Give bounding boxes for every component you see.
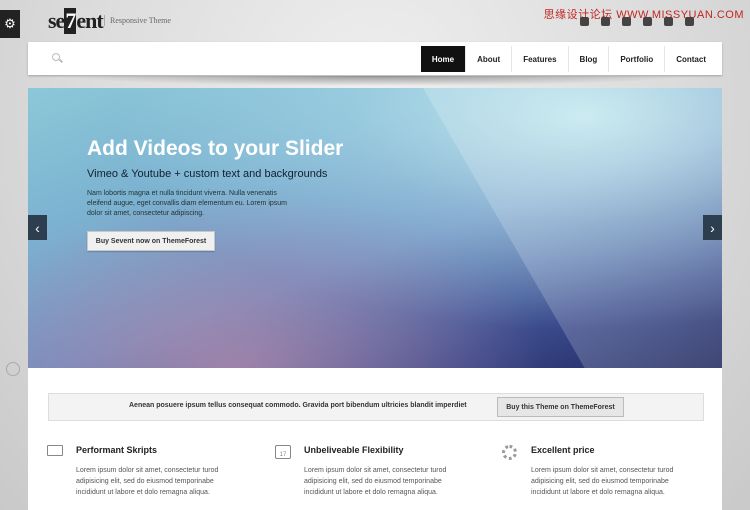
cta-bar: Aenean posuere ipsum tellus consequat co…	[48, 393, 704, 421]
site-tagline: Responsive Theme	[104, 15, 171, 26]
flickr-icon[interactable]	[664, 17, 673, 26]
logo-seven: 7	[64, 8, 77, 34]
feature-title: Unbeliveable Flexibility	[304, 445, 404, 455]
nav-item-about[interactable]: About	[465, 46, 511, 72]
calendar-icon: 17	[275, 445, 291, 459]
nav-item-portfolio[interactable]: Portfolio	[608, 46, 664, 72]
twitter-icon[interactable]	[601, 17, 610, 26]
main-content: Aenean posuere ipsum tellus consequat co…	[28, 368, 722, 510]
slider-next-button[interactable]: ›	[703, 215, 722, 240]
cta-text: Aenean posuere ipsum tellus consequat co…	[129, 402, 467, 409]
main-navbar: Home About Features Blog Portfolio Conta…	[28, 42, 722, 75]
facebook-icon[interactable]	[580, 17, 589, 26]
nav-item-home[interactable]: Home	[420, 46, 466, 72]
nav-item-features[interactable]: Features	[511, 46, 567, 72]
nav-item-contact[interactable]: Contact	[664, 46, 722, 72]
gear-icon	[502, 445, 517, 460]
dribbble-icon[interactable]	[643, 17, 652, 26]
feature-title: Performant Skripts	[76, 445, 158, 455]
slide-title: Add Videos to your Slider	[87, 137, 344, 160]
hero-slider: Add Videos to your Slider Vimeo & Youtub…	[28, 88, 722, 368]
logo-suffix: ent	[76, 8, 103, 33]
search-icon[interactable]	[52, 53, 60, 61]
cta-buy-button[interactable]: Buy this Theme on ThemeForest	[497, 397, 624, 417]
side-circle-icon	[6, 362, 20, 376]
feature-text: Lorem ipsum dolor sit amet, consectetur …	[531, 467, 674, 496]
slide-buy-button[interactable]: Buy Sevent now on ThemeForest	[87, 231, 215, 251]
skype-icon[interactable]	[622, 17, 631, 26]
monitor-icon	[47, 445, 63, 456]
nav-item-blog[interactable]: Blog	[567, 46, 609, 72]
chevron-left-icon: ‹	[35, 219, 40, 236]
settings-toggle-button[interactable]: ⚙	[0, 10, 20, 38]
feature-text: Lorem ipsum dolor sit amet, consectetur …	[76, 467, 219, 496]
feature-title: Excellent price	[531, 445, 595, 455]
slider-prev-button[interactable]: ‹	[28, 215, 47, 240]
gear-icon: ⚙	[4, 16, 16, 31]
logo-prefix: se	[48, 8, 65, 33]
navbar-shadow	[60, 76, 690, 86]
nav-menu: Home About Features Blog Portfolio Conta…	[420, 46, 722, 72]
slide-text: Nam lobortis magna et nulla tincidunt vi…	[87, 190, 288, 217]
chevron-right-icon: ›	[710, 219, 715, 236]
slide-subtitle: Vimeo & Youtube + custom text and backgr…	[87, 168, 328, 180]
feature-text: Lorem ipsum dolor sit amet, consectetur …	[304, 467, 447, 496]
linkedin-icon[interactable]	[685, 17, 694, 26]
social-links	[580, 17, 694, 26]
site-logo[interactable]: se7ent	[48, 8, 104, 34]
